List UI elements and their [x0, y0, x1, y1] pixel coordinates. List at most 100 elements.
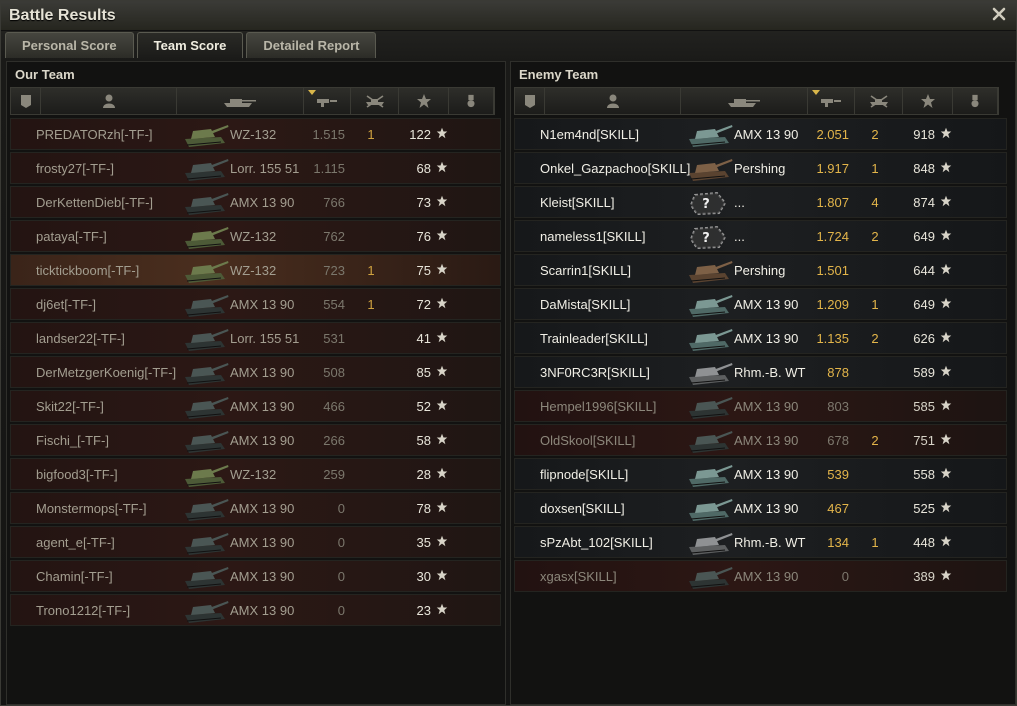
vehicle-icon	[185, 567, 229, 589]
vehicle-name: AMX 13 90	[734, 433, 799, 448]
column-header-xp-star[interactable]	[903, 88, 953, 114]
vehicle-icon	[185, 431, 229, 453]
player-row[interactable]: Kleist[SKILL]?... 1.807 4 874	[514, 186, 1007, 218]
player-name: bigfood3[-TF-]	[36, 467, 118, 482]
player-row[interactable]: OldSkool[SKILL] AMX 13 90 678 2 751	[514, 424, 1007, 456]
player-row[interactable]: 3NF0RC3R[SKILL] Rhm.-B. WT 878 589	[514, 356, 1007, 388]
player-row[interactable]: ticktickboom[-TF-] WZ-132 723 1 75	[10, 254, 501, 286]
player-row[interactable]: Trainleader[SKILL] AMX 13 90 1.135 2 626	[514, 322, 1007, 354]
kills-value: 2	[871, 127, 879, 142]
vehicle-name: AMX 13 90	[230, 569, 295, 584]
vehicle-name: AMX 13 90	[230, 603, 295, 618]
damage-value: 266	[323, 433, 345, 448]
column-header-squad[interactable]	[11, 88, 41, 114]
player-row[interactable]: Scarrin1[SKILL] Pershing 1.501 644	[514, 254, 1007, 286]
vehicle-icon	[185, 261, 229, 283]
damage-value: 134	[827, 535, 849, 550]
player-row[interactable]: DaMista[SKILL] AMX 13 90 1.209 1 649	[514, 288, 1007, 320]
column-header-vehicle[interactable]	[681, 88, 808, 114]
xp-star-icon	[940, 195, 952, 207]
column-header-player[interactable]	[545, 88, 681, 114]
our-team-header	[10, 87, 495, 115]
kills-value: 2	[871, 331, 879, 346]
player-row[interactable]: Fischi_[-TF-] AMX 13 90 266 58	[10, 424, 501, 456]
xp-value: 76	[416, 229, 431, 244]
player-row[interactable]: nameless1[SKILL]?... 1.724 2 649	[514, 220, 1007, 252]
tab-detailed-report[interactable]: Detailed Report	[246, 32, 377, 58]
damage-value: 0	[337, 501, 345, 516]
damage-value: 1.115	[313, 161, 345, 176]
xp-value: 589	[913, 365, 935, 380]
column-header-medal[interactable]	[449, 88, 494, 114]
column-header-vehicle[interactable]	[177, 88, 304, 114]
player-row[interactable]: doxsen[SKILL] AMX 13 90 467 525	[514, 492, 1007, 524]
column-header-kills[interactable]	[855, 88, 903, 114]
damage-value: 0	[337, 603, 345, 618]
xp-star-icon	[920, 94, 935, 108]
player-row[interactable]: xgasx[SKILL] AMX 13 90 0 389	[514, 560, 1007, 592]
player-name: dj6et[-TF-]	[36, 297, 96, 312]
column-header-kills[interactable]	[351, 88, 399, 114]
player-icon	[606, 94, 619, 108]
player-row[interactable]: Skit22[-TF-] AMX 13 90 466 52	[10, 390, 501, 422]
player-name: ticktickboom[-TF-]	[36, 263, 140, 278]
vehicle-name: AMX 13 90	[734, 467, 799, 482]
close-button[interactable]	[990, 5, 1008, 23]
xp-star-icon	[416, 94, 431, 108]
kills-value: 1	[367, 263, 375, 278]
vehicle-name: AMX 13 90	[734, 399, 799, 414]
enemy-team-header	[514, 87, 999, 115]
column-header-squad[interactable]	[515, 88, 545, 114]
player-row[interactable]: agent_e[-TF-] AMX 13 90 0 35	[10, 526, 501, 558]
column-header-player[interactable]	[41, 88, 177, 114]
kills-value: 2	[871, 433, 879, 448]
player-row[interactable]: Monstermops[-TF-] AMX 13 90 0 78	[10, 492, 501, 524]
xp-star-icon	[436, 263, 448, 275]
player-row[interactable]: Onkel_Gazpachoo[SKILL] Pershing 1.917 1 848	[514, 152, 1007, 184]
our-team-panel: Our Team PREDATORzh[-TF-] WZ-132 1.515 1 122…	[6, 61, 506, 705]
sort-indicator-icon	[812, 90, 820, 95]
vehicle-name: AMX 13 90	[230, 399, 295, 414]
xp-value: 585	[913, 399, 935, 414]
player-row[interactable]: pataya[-TF-] WZ-132 762 76	[10, 220, 501, 252]
player-row[interactable]: frosty27[-TF-] Lorr. 155 51 1.115 68	[10, 152, 501, 184]
tab-personal-score[interactable]: Personal Score	[5, 32, 134, 58]
player-row[interactable]: landser22[-TF-] Lorr. 155 51 531 41	[10, 322, 501, 354]
xp-value: 23	[416, 603, 431, 618]
xp-value: 626	[913, 331, 935, 346]
vehicle-icon	[689, 261, 733, 283]
vehicle-name: AMX 13 90	[734, 569, 799, 584]
xp-star-icon	[436, 399, 448, 411]
player-name: xgasx[SKILL]	[540, 569, 617, 584]
column-header-damage[interactable]	[808, 88, 855, 114]
player-row[interactable]: Hempel1996[SKILL] AMX 13 90 803 585	[514, 390, 1007, 422]
battle-results-window: Battle Results Personal Score Team Score…	[0, 0, 1017, 706]
enemy-team-title: Enemy Team	[519, 67, 599, 82]
vehicle-icon	[689, 295, 733, 317]
player-row[interactable]: Trono1212[-TF-] AMX 13 90 0 23	[10, 594, 501, 626]
column-header-damage[interactable]	[304, 88, 351, 114]
player-row[interactable]: bigfood3[-TF-] WZ-132 259 28	[10, 458, 501, 490]
player-row[interactable]: N1em4nd[SKILL] AMX 13 90 2.051 2 918	[514, 118, 1007, 150]
player-row[interactable]: DerMetzgerKoenig[-TF-] AMX 13 90 508 85	[10, 356, 501, 388]
our-team-title: Our Team	[15, 67, 75, 82]
xp-star-icon	[940, 263, 952, 275]
player-row[interactable]: DerKettenDieb[-TF-] AMX 13 90 766 73	[10, 186, 501, 218]
vehicle-icon	[185, 601, 229, 623]
player-row[interactable]: sPzAbt_102[SKILL] Rhm.-B. WT 134 1 448	[514, 526, 1007, 558]
player-row[interactable]: dj6et[-TF-] AMX 13 90 554 1 72	[10, 288, 501, 320]
player-row[interactable]: PREDATORzh[-TF-] WZ-132 1.515 1 122	[10, 118, 501, 150]
player-row[interactable]: flipnode[SKILL] AMX 13 90 539 558	[514, 458, 1007, 490]
medal-icon	[467, 94, 475, 108]
column-header-medal[interactable]	[953, 88, 998, 114]
column-header-xp-star[interactable]	[399, 88, 449, 114]
kills-value: 1	[871, 535, 879, 550]
player-row[interactable]: Chamin[-TF-] AMX 13 90 0 30	[10, 560, 501, 592]
player-name: DerMetzgerKoenig[-TF-]	[36, 365, 177, 380]
tab-team-score[interactable]: Team Score	[136, 32, 244, 58]
damage-value: 762	[323, 229, 345, 244]
kills-icon	[365, 95, 384, 108]
damage-value: 803	[827, 399, 849, 414]
xp-star-icon	[436, 569, 448, 581]
vehicle-icon	[185, 329, 229, 351]
